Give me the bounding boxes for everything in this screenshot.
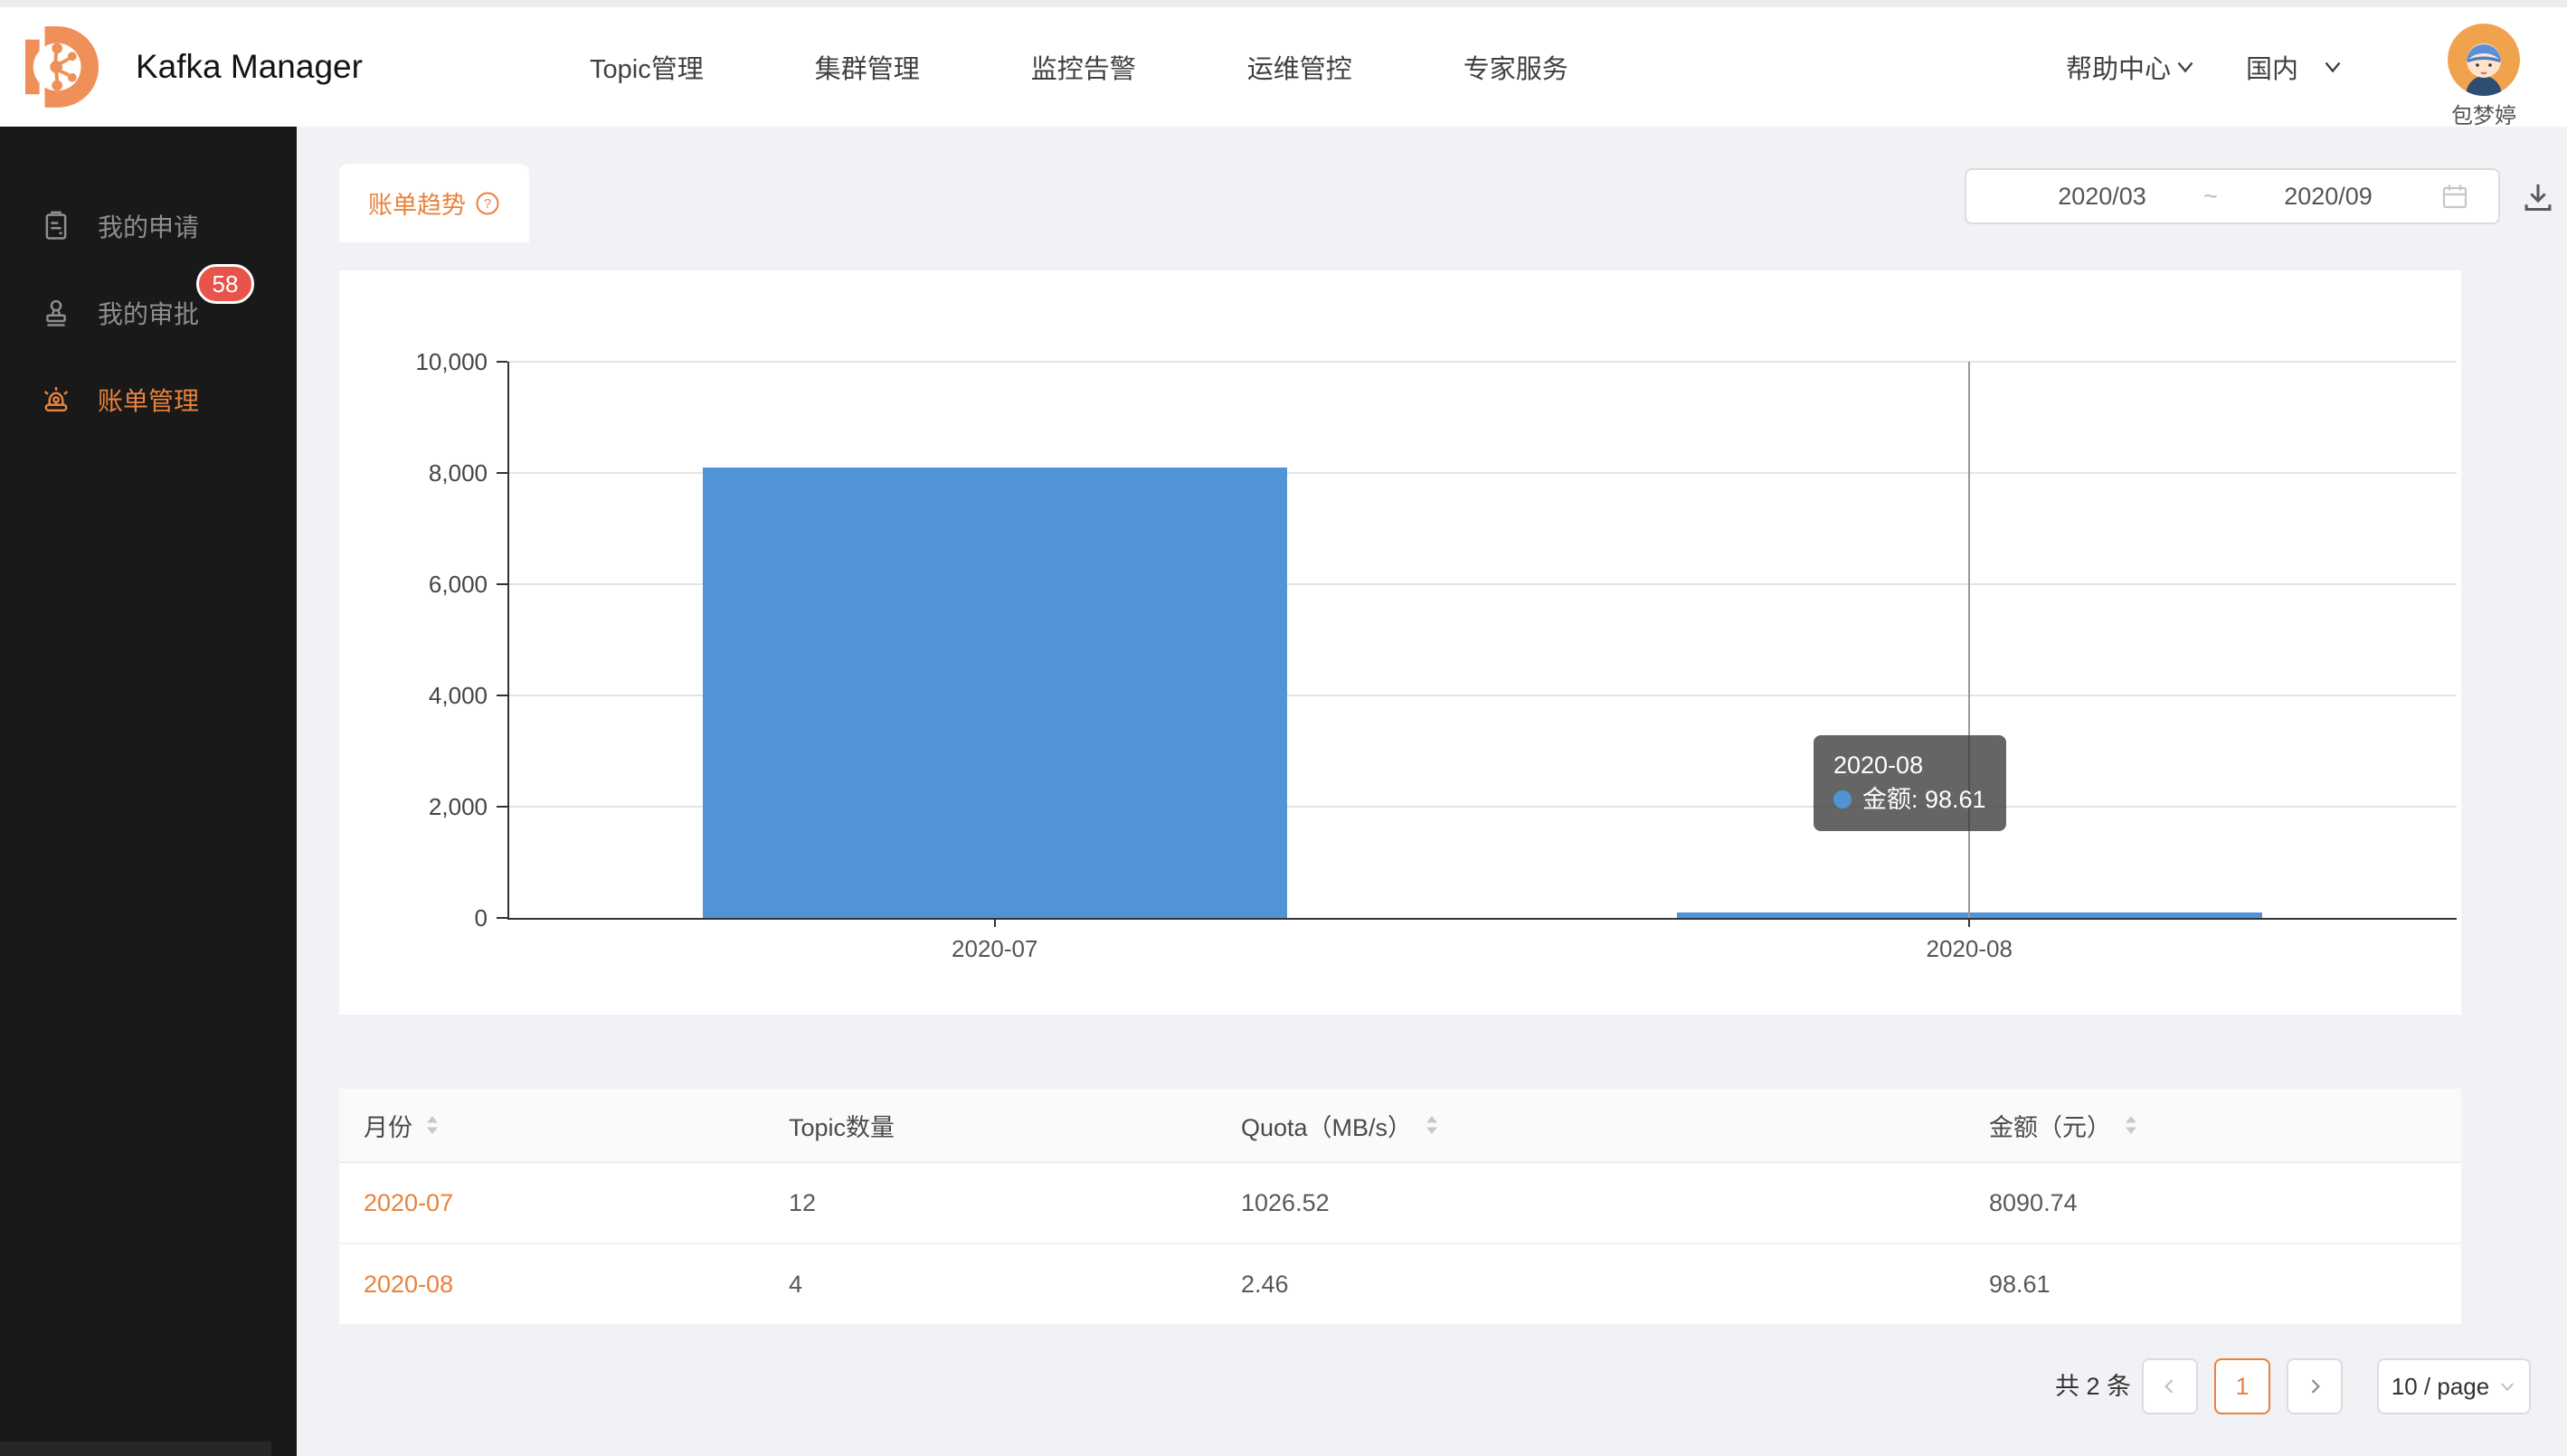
- y-axis-tick: [497, 583, 507, 585]
- column-header-quota[interactable]: Quota（MB/s）: [1241, 1089, 1439, 1161]
- sidebar-item-label: 账单管理: [98, 382, 199, 418]
- billing-chart: 0 2,000 4,000 6,000 8,000 10,000 2020-07 2020-0…: [339, 270, 2461, 1015]
- nav-ops-control[interactable]: 运维管控: [1247, 48, 1352, 86]
- x-axis-tick: [1968, 918, 1970, 927]
- table-row: 2020-07 12 1026.52 8090.74: [339, 1163, 2461, 1244]
- chevron-right-icon: [2306, 1375, 2324, 1398]
- x-axis-tick: [994, 918, 996, 927]
- page-size-select[interactable]: 10 / page: [2377, 1358, 2531, 1414]
- date-separator: ~: [2197, 170, 2224, 222]
- column-label: 月份: [364, 1108, 412, 1143]
- y-axis-label: 6,000: [361, 570, 488, 599]
- table-header-row: 月份 Topic数量 Quota（MB/s） 金额（元）: [339, 1089, 2461, 1163]
- region-label: 国内: [2246, 48, 2298, 86]
- pagination-total: 共 2 条: [2055, 1358, 2131, 1414]
- x-axis-label: 2020-08: [1879, 934, 2060, 963]
- column-label: Topic数量: [789, 1108, 895, 1143]
- date-range-picker[interactable]: 2020/03 ~ 2020/09: [1965, 168, 2500, 224]
- tab-billing-trend-label: 账单趋势: [368, 185, 466, 221]
- nav-cluster-management[interactable]: 集群管理: [815, 48, 920, 86]
- clipboard-icon: [40, 210, 72, 242]
- user-menu[interactable]: 包梦婷: [2448, 24, 2520, 129]
- y-axis-tick: [497, 361, 507, 363]
- sidebar-item-billing-management[interactable]: 账单管理: [0, 356, 297, 443]
- pagination-next-button[interactable]: [2287, 1358, 2343, 1414]
- nav-monitor-alert[interactable]: 监控告警: [1031, 48, 1136, 86]
- top-header: Kafka Manager Topic管理 集群管理 监控告警 运维管控 专家服…: [0, 7, 2567, 127]
- download-icon[interactable]: [2520, 179, 2556, 215]
- stamp-icon: [40, 297, 72, 329]
- column-header-amount[interactable]: 金额（元）: [1989, 1089, 2138, 1161]
- app-root: Kafka Manager Topic管理 集群管理 监控告警 运维管控 专家服…: [0, 0, 2567, 1456]
- chevron-down-icon: [2498, 1377, 2516, 1395]
- sidebar-item-label: 我的审批: [98, 295, 199, 331]
- topic-count-cell: 12: [789, 1163, 816, 1243]
- date-start-value[interactable]: 2020/03: [2021, 170, 2183, 222]
- sidebar: 我的申请 我的审批 58 账单管理: [0, 127, 297, 1456]
- tooltip-series-dot: [1833, 790, 1852, 808]
- y-axis-label: 0: [361, 903, 488, 932]
- table-row: 2020-08 4 2.46 98.61: [339, 1244, 2461, 1326]
- billing-table: 月份 Topic数量 Quota（MB/s） 金额（元）: [339, 1089, 2461, 1326]
- amount-cell: 8090.74: [1989, 1163, 2078, 1243]
- calendar-icon: [2440, 182, 2469, 211]
- amount-cell: 98.61: [1989, 1244, 2051, 1324]
- y-axis-tick: [497, 472, 507, 474]
- approval-count-badge: 58: [196, 264, 254, 304]
- tab-billing-trend[interactable]: 账单趋势 ?: [339, 164, 529, 242]
- y-axis-label: 10,000: [361, 347, 488, 376]
- quota-cell: 2.46: [1241, 1244, 1289, 1324]
- nav-expert-service[interactable]: 专家服务: [1463, 48, 1568, 86]
- sort-carets-icon[interactable]: [425, 1114, 440, 1136]
- pagination-prev-button[interactable]: [2142, 1358, 2198, 1414]
- main-nav: Topic管理 集群管理 监控告警 运维管控 专家服务: [590, 7, 1568, 127]
- chevron-left-icon: [2161, 1375, 2179, 1398]
- brand-logo-icon: [25, 25, 99, 109]
- y-axis-line: [507, 362, 509, 918]
- help-circle-icon[interactable]: ?: [475, 191, 500, 216]
- sort-carets-icon[interactable]: [1425, 1114, 1439, 1136]
- region-selector[interactable]: 国内: [2246, 7, 2344, 127]
- page-size-value: 10 / page: [2392, 1373, 2489, 1401]
- x-axis-line: [507, 918, 2457, 920]
- month-link[interactable]: 2020-07: [364, 1163, 453, 1243]
- topic-count-cell: 4: [789, 1244, 802, 1324]
- y-gridline: [507, 361, 2457, 363]
- svg-text:?: ?: [484, 196, 491, 212]
- bar-2020-07[interactable]: [703, 468, 1288, 918]
- date-end-value[interactable]: 2020/09: [2247, 170, 2410, 222]
- help-center-label: 帮助中心: [2066, 48, 2171, 86]
- y-axis-tick: [497, 695, 507, 696]
- help-center-menu[interactable]: 帮助中心: [2066, 7, 2196, 127]
- column-header-month[interactable]: 月份: [364, 1089, 440, 1161]
- app-title: Kafka Manager: [136, 7, 363, 127]
- chevron-down-icon: [2174, 56, 2196, 78]
- pagination-page-1[interactable]: 1: [2214, 1358, 2270, 1414]
- tooltip-value-label: 金额: 98.61: [1862, 782, 1986, 817]
- chart-crosshair-line: [1968, 362, 1970, 918]
- siren-icon: [40, 383, 72, 416]
- tooltip-title: 2020-08: [1833, 748, 1986, 782]
- y-axis-label: 8,000: [361, 459, 488, 487]
- user-name: 包梦婷: [2448, 98, 2520, 129]
- y-axis-tick: [497, 917, 507, 919]
- avatar: [2448, 24, 2520, 96]
- sort-carets-icon[interactable]: [2124, 1114, 2138, 1136]
- x-axis-label: 2020-07: [905, 934, 1085, 963]
- chevron-down-icon: [2322, 56, 2344, 78]
- sidebar-item-label: 我的申请: [98, 208, 199, 244]
- column-label: Quota（MB/s）: [1241, 1108, 1412, 1143]
- sidebar-collapse-bar[interactable]: [0, 1442, 271, 1456]
- sidebar-item-my-applications[interactable]: 我的申请: [0, 183, 297, 269]
- month-link[interactable]: 2020-08: [364, 1244, 453, 1324]
- y-axis-label: 2,000: [361, 792, 488, 821]
- window-top-strip: [0, 0, 2567, 7]
- y-axis-label: 4,000: [361, 681, 488, 710]
- column-label: 金额（元）: [1989, 1108, 2111, 1143]
- quota-cell: 1026.52: [1241, 1163, 1330, 1243]
- nav-topic-management[interactable]: Topic管理: [590, 48, 704, 86]
- y-axis-tick: [497, 806, 507, 808]
- column-header-topic-count[interactable]: Topic数量: [789, 1089, 895, 1161]
- chart-tooltip: 2020-08 金额: 98.61: [1814, 735, 2006, 831]
